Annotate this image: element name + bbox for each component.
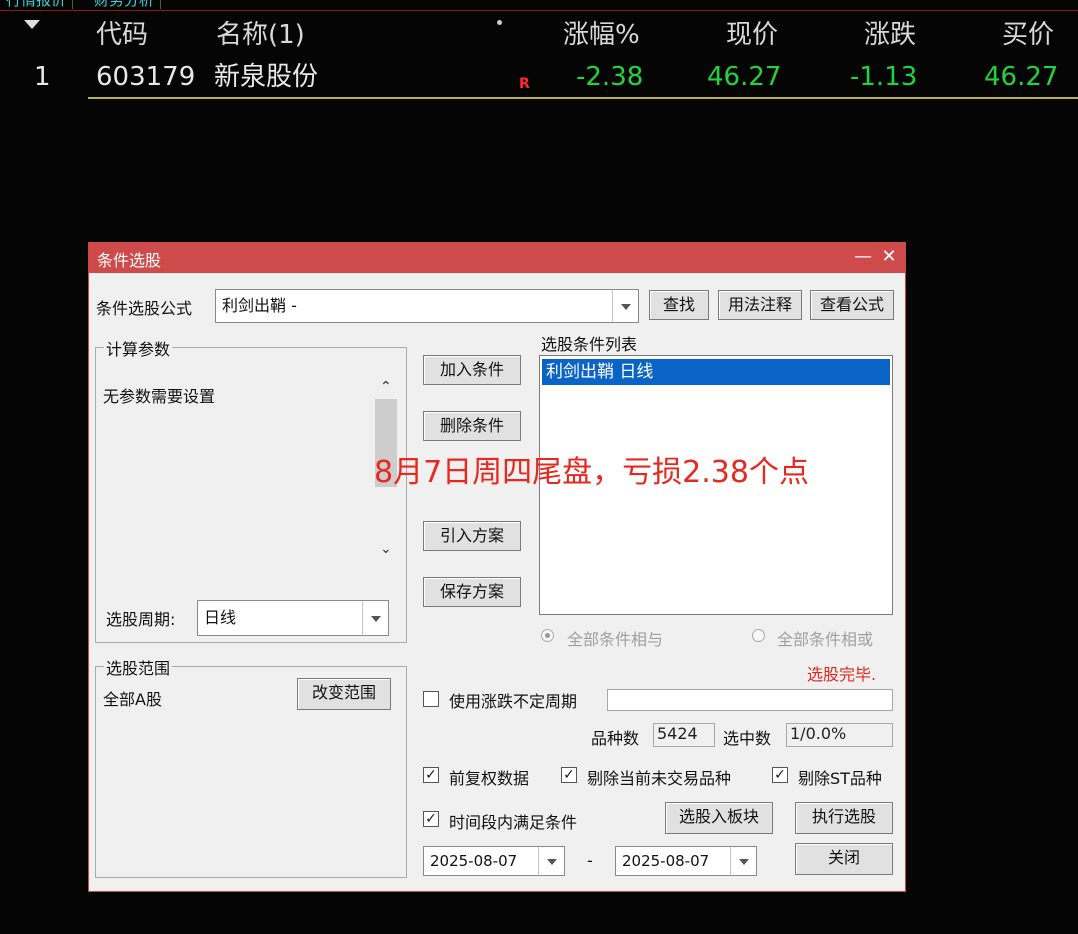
exclude-st-checkbox[interactable]: ✓	[772, 767, 788, 783]
dialog-title: 条件选股	[97, 251, 162, 270]
row-selection-underline	[88, 97, 1078, 99]
date-from-select[interactable]: 2025-08-07	[423, 846, 565, 876]
date-separator: -	[587, 851, 593, 870]
chevron-down-icon[interactable]	[362, 601, 388, 635]
save-plan-button[interactable]: 保存方案	[423, 577, 521, 607]
params-group-title: 计算参数	[104, 336, 173, 360]
radio-or[interactable]	[752, 629, 765, 642]
view-formula-button[interactable]: 查看公式	[810, 290, 894, 320]
radio-and-label: 全部条件相与	[567, 630, 664, 649]
header-bid[interactable]: 买价	[1002, 18, 1054, 52]
row-change: -1.13	[850, 62, 918, 92]
range-group-title: 选股范围	[104, 655, 173, 679]
exclude-untraded-checkbox[interactable]: ✓	[561, 767, 577, 783]
tab-finance[interactable]: 财务分析	[88, 0, 162, 9]
use-period-label: 使用涨跌不定周期	[449, 692, 578, 711]
date-to-value: 2025-08-07	[622, 852, 710, 870]
radio-and[interactable]	[541, 629, 554, 642]
change-range-button[interactable]: 改变范围	[297, 678, 391, 710]
chevron-down-icon[interactable]	[612, 290, 638, 322]
chevron-down-icon[interactable]	[538, 847, 564, 875]
exclude-st-label: 剔除ST品种	[798, 769, 882, 788]
count-value: 5424	[653, 723, 715, 747]
period-satisfy-label: 时间段内满足条件	[449, 813, 578, 832]
margin-badge: R	[519, 76, 530, 92]
minimize-icon[interactable]: —	[851, 245, 875, 269]
chevron-up-icon[interactable]: ⌃	[380, 379, 392, 395]
period-label: 选股周期:	[106, 610, 176, 629]
row-name[interactable]: 新泉股份	[214, 60, 318, 94]
exclude-untraded-label: 剔除当前未交易品种	[587, 769, 732, 788]
row-price: 46.27	[707, 62, 782, 92]
header-change-pct[interactable]: 涨幅%	[563, 18, 640, 52]
add-condition-button[interactable]: 加入条件	[423, 355, 521, 385]
selected-value: 1/0.0%	[786, 723, 893, 747]
date-from-value: 2025-08-07	[430, 852, 518, 870]
header-change[interactable]: 涨跌	[864, 18, 916, 52]
formula-select[interactable]: 利剑出鞘 -	[215, 289, 639, 323]
tab-quotes[interactable]: 行情报价	[0, 0, 74, 9]
delete-condition-button[interactable]: 删除条件	[423, 411, 521, 441]
period-input[interactable]	[607, 689, 893, 711]
execute-button[interactable]: 执行选股	[795, 802, 893, 834]
use-period-checkbox[interactable]	[423, 691, 439, 707]
count-label: 品种数	[591, 729, 640, 748]
condition-list-title: 选股条件列表	[541, 335, 638, 354]
condition-select-dialog: 条件选股 — ✕ 条件选股公式 利剑出鞘 - 查找 用法注释 查看公式 计算参数…	[88, 242, 906, 892]
period-select[interactable]: 日线	[197, 600, 389, 636]
status-text: 选股完毕.	[807, 665, 877, 684]
usage-notes-button[interactable]: 用法注释	[718, 290, 802, 320]
top-tab-strip: 行情报价 财务分析	[0, 0, 1078, 11]
chevron-down-icon[interactable]: ⌄	[380, 541, 392, 557]
formula-label: 条件选股公式	[96, 299, 193, 318]
to-block-button[interactable]: 选股入板块	[665, 802, 773, 834]
chevron-down-icon[interactable]	[730, 847, 756, 875]
row-index: 1	[34, 62, 51, 92]
close-button[interactable]: 关闭	[795, 843, 893, 875]
radio-or-label: 全部条件相或	[777, 630, 874, 649]
row-code[interactable]: 603179	[96, 60, 195, 94]
dialog-titlebar[interactable]: 条件选股 — ✕	[89, 243, 905, 273]
header-price[interactable]: 现价	[726, 18, 778, 52]
header-name[interactable]: 名称(1)	[216, 18, 305, 52]
header-code[interactable]: 代码	[96, 18, 148, 52]
range-value: 全部A股	[103, 690, 162, 709]
period-satisfy-checkbox[interactable]: ✓	[423, 811, 439, 827]
params-text: 无参数需要设置	[103, 387, 216, 406]
sort-down-icon[interactable]	[24, 20, 40, 29]
column-marker-dot	[497, 20, 502, 25]
import-plan-button[interactable]: 引入方案	[423, 521, 521, 551]
formula-value: 利剑出鞘 -	[222, 296, 297, 315]
close-icon[interactable]: ✕	[877, 245, 901, 269]
find-button[interactable]: 查找	[649, 290, 709, 320]
selected-label: 选中数	[723, 729, 772, 748]
period-value: 日线	[204, 608, 237, 627]
annotation-text: 8月7日周四尾盘，亏损2.38个点	[374, 455, 809, 490]
row-bid: 46.27	[984, 62, 1059, 92]
fq-checkbox[interactable]: ✓	[423, 767, 439, 783]
list-item[interactable]: 利剑出鞘 日线	[542, 359, 890, 385]
row-change-pct: -2.38	[576, 62, 644, 92]
date-to-select[interactable]: 2025-08-07	[615, 846, 757, 876]
fq-label: 前复权数据	[449, 769, 530, 788]
